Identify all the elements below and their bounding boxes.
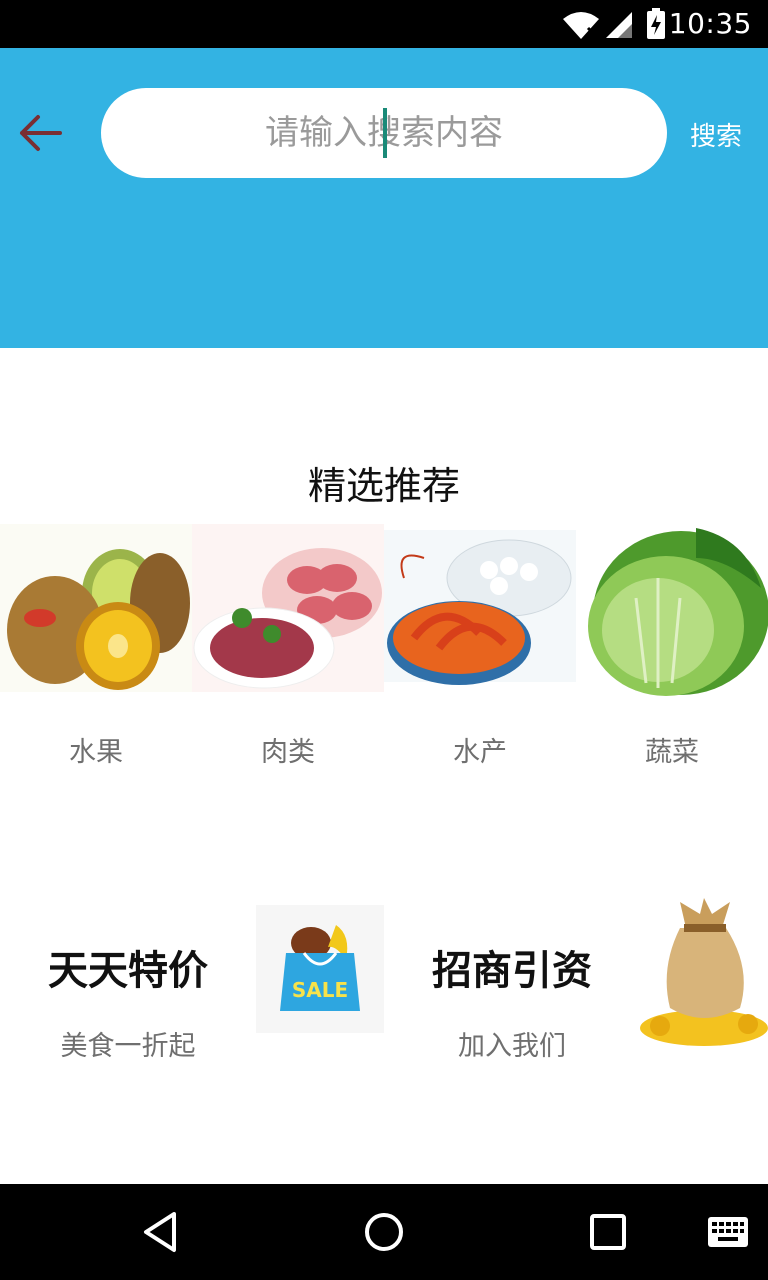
category-seafood[interactable]: 水产 xyxy=(384,518,576,778)
back-button[interactable] xyxy=(16,111,64,155)
home-icon xyxy=(365,1213,403,1251)
search-box[interactable] xyxy=(101,88,667,178)
nav-back-button[interactable] xyxy=(130,1202,190,1262)
category-row: 水果 肉类 水产 蔬菜 xyxy=(0,518,768,778)
battery-charging-icon xyxy=(647,8,665,39)
category-meat[interactable]: 肉类 xyxy=(192,518,384,778)
status-time: 10:35 xyxy=(668,7,752,40)
search-header: 搜索 xyxy=(0,48,768,348)
category-label: 水产 xyxy=(453,737,507,768)
svg-text:SALE: SALE xyxy=(292,978,348,1002)
category-label: 蔬菜 xyxy=(645,737,699,768)
back-icon xyxy=(144,1212,176,1252)
meat-image xyxy=(192,524,384,692)
promo-title: 招商引资 xyxy=(432,948,592,994)
category-vegetable[interactable]: 蔬菜 xyxy=(576,518,768,778)
status-bar: 10:35 xyxy=(0,0,768,48)
wifi-icon xyxy=(563,12,599,39)
money-bag-image xyxy=(640,898,768,1046)
sale-bag-image: SALE xyxy=(256,905,384,1033)
category-fruit[interactable]: 水果 xyxy=(0,518,192,778)
category-label: 肉类 xyxy=(261,737,315,768)
promo-subtitle: 美食一折起 xyxy=(60,1031,196,1062)
nav-home-button[interactable] xyxy=(354,1202,414,1262)
nav-keyboard-button[interactable] xyxy=(698,1202,758,1262)
text-cursor xyxy=(383,108,387,158)
nav-recents-button[interactable] xyxy=(578,1202,638,1262)
search-button[interactable]: 搜索 xyxy=(690,116,742,153)
signal-icon xyxy=(606,12,632,38)
navigation-bar xyxy=(0,1184,768,1280)
promo-investment[interactable]: 招商引资 加入我们 xyxy=(384,880,768,1062)
category-label: 水果 xyxy=(69,737,123,768)
promo-title: 天天特价 xyxy=(48,948,208,994)
arrow-left-icon xyxy=(20,115,62,151)
promo-daily-deals[interactable]: 天天特价 美食一折起 SALE xyxy=(0,880,384,1062)
cabbage-image xyxy=(588,528,768,696)
kiwi-fruit-image xyxy=(0,524,192,692)
section-title: 精选推荐 xyxy=(307,464,460,508)
promo-subtitle: 加入我们 xyxy=(458,1031,566,1062)
seafood-image xyxy=(384,530,576,685)
recents-icon xyxy=(590,1214,626,1250)
keyboard-icon xyxy=(708,1217,748,1247)
